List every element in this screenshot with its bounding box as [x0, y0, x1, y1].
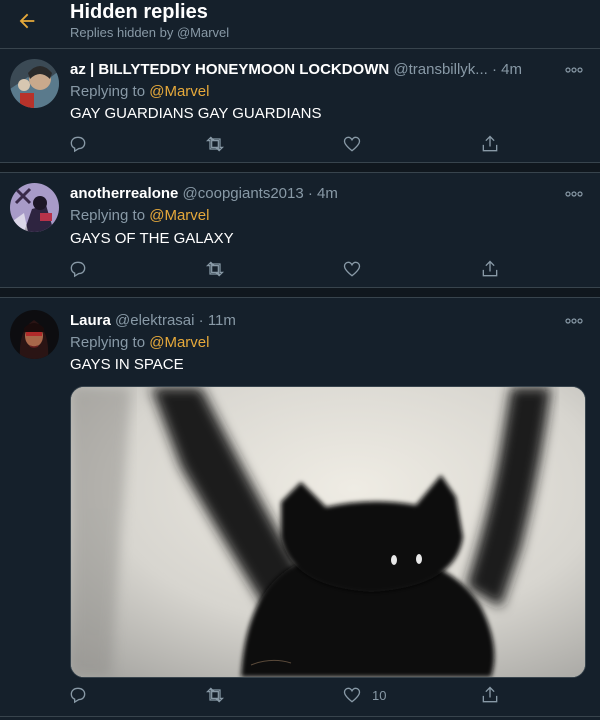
- replying-to-label: Replying to: [70, 334, 150, 351]
- like-button[interactable]: [342, 133, 372, 155]
- more-dots-icon: [565, 67, 583, 73]
- retweet-icon: [205, 136, 225, 152]
- mention-link[interactable]: @Marvel: [149, 334, 209, 351]
- tweet-text: GAY GUARDIANS GAY GUARDIANS: [70, 105, 322, 122]
- separator-dot: ·: [491, 61, 497, 78]
- tweet-text: GAYS OF THE GALAXY: [70, 230, 234, 247]
- share-button[interactable]: [480, 258, 500, 280]
- replying-to-label: Replying to: [70, 83, 150, 100]
- share-button[interactable]: [480, 684, 500, 706]
- tweet-1[interactable]: az | BILLYTEDDY HONEYMOON LOCKDOWN @tran…: [0, 49, 600, 162]
- retweet-icon: [205, 261, 225, 277]
- timestamp[interactable]: 4m: [317, 185, 338, 202]
- mention-link[interactable]: @Marvel: [149, 83, 209, 100]
- heart-icon: [343, 261, 361, 277]
- page-subtitle: Replies hidden by @Marvel: [70, 25, 230, 40]
- divider: [0, 716, 600, 717]
- user-handle[interactable]: @coopgiants2013: [183, 185, 304, 202]
- user-handle[interactable]: @transbillyk...: [393, 61, 487, 78]
- reply-button[interactable]: [68, 133, 88, 155]
- avatar[interactable]: [10, 59, 59, 108]
- tweet-text: GAYS IN SPACE: [70, 356, 184, 373]
- back-button[interactable]: [12, 6, 42, 36]
- retweet-button[interactable]: [204, 684, 226, 706]
- reply-icon: [70, 136, 86, 153]
- page-title: Hidden replies: [70, 1, 208, 23]
- tweet-2[interactable]: anotherrealone @coopgiants2013 · 4m Repl…: [0, 173, 600, 287]
- cat-photo: [71, 387, 585, 677]
- more-dots-icon: [565, 318, 583, 324]
- separator-dot: ·: [307, 185, 313, 202]
- like-count: 10: [372, 687, 387, 703]
- display-name[interactable]: az | BILLYTEDDY HONEYMOON LOCKDOWN: [70, 61, 389, 78]
- divider: [0, 162, 600, 163]
- heart-icon: [343, 687, 361, 703]
- more-dots-icon: [565, 191, 583, 197]
- separator-dot: ·: [198, 312, 204, 329]
- share-icon: [482, 686, 498, 703]
- avatar[interactable]: [10, 183, 59, 232]
- tweet-header: anotherrealone @coopgiants2013 · 4m: [70, 185, 338, 203]
- retweet-button[interactable]: [204, 258, 226, 280]
- retweet-icon: [205, 687, 225, 703]
- thread-separator: [0, 287, 600, 297]
- tweet-header: az | BILLYTEDDY HONEYMOON LOCKDOWN @tran…: [70, 61, 522, 79]
- retweet-button[interactable]: [204, 133, 226, 155]
- replying-to: Replying to @Marvel: [70, 83, 209, 101]
- share-icon: [482, 135, 498, 152]
- replying-to: Replying to @Marvel: [70, 334, 209, 352]
- tweet-header: Laura @elektrasai · 11m: [70, 312, 236, 330]
- reply-icon: [70, 687, 86, 704]
- hidden-replies-screen: Hidden replies Replies hidden by @Marvel…: [0, 0, 600, 720]
- display-name[interactable]: anotherrealone: [70, 185, 178, 202]
- arrow-left-icon: [19, 13, 35, 29]
- header: Hidden replies Replies hidden by @Marvel: [0, 0, 600, 48]
- tweet-actions: [68, 133, 508, 155]
- display-name[interactable]: Laura: [70, 312, 111, 329]
- reply-button[interactable]: [68, 684, 88, 706]
- mention-link[interactable]: @Marvel: [149, 207, 209, 224]
- share-icon: [482, 260, 498, 277]
- thread-separator: [0, 162, 600, 172]
- more-options-button[interactable]: [564, 315, 584, 327]
- reply-icon: [70, 261, 86, 278]
- more-options-button[interactable]: [564, 64, 584, 76]
- timestamp[interactable]: 4m: [501, 61, 522, 78]
- tweet-actions: [68, 258, 508, 280]
- reply-button[interactable]: [68, 258, 88, 280]
- replying-to: Replying to @Marvel: [70, 207, 209, 225]
- tweet-actions: 10: [68, 684, 508, 706]
- like-button[interactable]: 10: [342, 684, 386, 706]
- share-button[interactable]: [480, 133, 500, 155]
- replying-to-label: Replying to: [70, 207, 150, 224]
- avatar[interactable]: [10, 310, 59, 359]
- heart-icon: [343, 136, 361, 152]
- tweet-3[interactable]: Laura @elektrasai · 11m Replying to @Mar…: [0, 298, 600, 720]
- divider: [0, 287, 600, 288]
- timestamp[interactable]: 11m: [208, 312, 236, 329]
- more-options-button[interactable]: [564, 188, 584, 200]
- like-button[interactable]: [342, 258, 372, 280]
- user-handle[interactable]: @elektrasai: [115, 312, 194, 329]
- tweet-media-image[interactable]: [70, 386, 586, 678]
